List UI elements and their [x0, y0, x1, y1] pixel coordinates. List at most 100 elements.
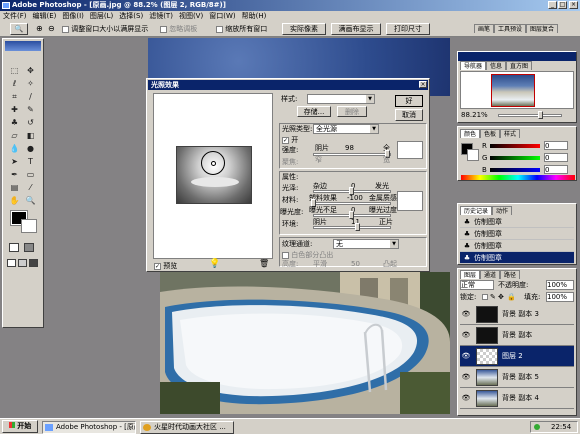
light-on-option[interactable]: ✓ 开: [282, 135, 298, 145]
shape-tool-icon[interactable]: ▭: [24, 169, 37, 181]
channel-r-field[interactable]: 0: [544, 141, 568, 150]
channel-b-slider[interactable]: [490, 168, 540, 172]
channel-g-slider[interactable]: [490, 156, 540, 160]
menu-edit[interactable]: 编辑(E): [30, 12, 60, 20]
menu-view[interactable]: 视图(V): [176, 12, 206, 20]
tab-info[interactable]: 信息: [486, 61, 507, 70]
navigator-zoom-knob[interactable]: [538, 111, 543, 119]
fit-on-screen-button[interactable]: 满画布显示: [331, 23, 381, 35]
color-ramp[interactable]: [461, 175, 575, 180]
tab-brushes[interactable]: 画笔: [474, 24, 495, 33]
print-size-button[interactable]: 打印尺寸: [386, 23, 430, 35]
resize-windows-option[interactable]: 调整窗口大小以满屏显示: [62, 24, 148, 34]
cancel-button[interactable]: 取消: [395, 109, 423, 121]
intensity-slider[interactable]: [313, 153, 391, 156]
maximize-icon[interactable]: □: [558, 1, 567, 9]
channel-g-field[interactable]: 0: [544, 153, 568, 162]
tab-histogram[interactable]: 直方图: [506, 61, 533, 70]
history-item[interactable]: ♣ 仿制图章: [460, 216, 574, 228]
channel-r-slider[interactable]: [490, 144, 540, 148]
light-type-dropdown-icon[interactable]: ▼: [370, 125, 378, 133]
tab-channels[interactable]: 通道: [480, 270, 501, 279]
quick-mask-on-icon[interactable]: [24, 243, 34, 252]
actual-pixels-button[interactable]: 实际像素: [282, 23, 326, 35]
layer-row[interactable]: 👁 背景 副本 5: [460, 367, 574, 388]
texture-channel-select[interactable]: 无 ▼: [333, 239, 399, 249]
tab-layer-comps[interactable]: 图层复合: [526, 24, 559, 33]
ok-button[interactable]: 好: [395, 95, 423, 107]
path-select-icon[interactable]: ➤: [8, 156, 21, 168]
preview-option[interactable]: ✓ 预览: [154, 261, 177, 271]
move-tool-icon[interactable]: ✥: [24, 65, 37, 77]
style-dropdown-icon[interactable]: ▼: [366, 95, 374, 103]
crop-tool-icon[interactable]: ⌗: [8, 91, 21, 103]
pen-tool-icon[interactable]: ✒: [8, 169, 21, 181]
menu-layer[interactable]: 图层(L): [87, 12, 116, 20]
tab-actions[interactable]: 动作: [492, 206, 513, 215]
task-browser[interactable]: 火星时代动画大社区 ...: [140, 421, 234, 434]
tab-paths[interactable]: 路径: [500, 270, 521, 279]
layer-row-selected[interactable]: 👁 图层 2: [460, 346, 574, 367]
magic-wand-icon[interactable]: ✧: [24, 78, 37, 90]
zoom-out-icon[interactable]: ⊖: [48, 24, 55, 33]
clone-stamp-icon[interactable]: ♣: [8, 117, 21, 129]
fill-field[interactable]: 100%: [546, 292, 574, 302]
light-preview-image[interactable]: [176, 146, 252, 204]
title-bar[interactable]: Adobe Photoshop - [原画.jpg @ 88.2% (图层 2,…: [0, 0, 580, 11]
dialog-title[interactable]: 光照效果: [148, 80, 428, 90]
navigator-zoom-value[interactable]: 88.21%: [461, 110, 488, 120]
minimize-icon[interactable]: _: [548, 1, 557, 9]
color-background-swatch[interactable]: [467, 149, 479, 161]
task-photoshop[interactable]: Adobe Photoshop - [原画...: [42, 421, 136, 434]
style-select[interactable]: ▼: [307, 94, 375, 104]
visibility-eye-icon[interactable]: 👁: [460, 394, 472, 402]
layer-row[interactable]: 👁 背景 副本 4: [460, 388, 574, 409]
light-preview-area[interactable]: [153, 93, 273, 259]
visibility-eye-icon[interactable]: 👁: [460, 331, 472, 339]
hand-tool-icon[interactable]: ✋: [8, 195, 21, 207]
menu-file[interactable]: 文件(F): [0, 12, 30, 20]
history-brush-icon[interactable]: ↺: [24, 117, 37, 129]
light-center-handle[interactable]: [211, 161, 216, 166]
zoom-tool-box-icon[interactable]: 🔍: [24, 195, 37, 207]
zoom-all-option[interactable]: 缩放所有窗口: [216, 24, 267, 34]
tab-tool-presets[interactable]: 工具预设: [494, 24, 527, 33]
lock-transparency-icon[interactable]: [482, 294, 488, 300]
layer-row[interactable]: 👁 背景 副本: [460, 325, 574, 346]
navigator-preview[interactable]: [460, 71, 574, 109]
eraser-tool-icon[interactable]: ▱: [8, 130, 21, 142]
navigator-view-box[interactable]: [491, 74, 535, 107]
lasso-tool-icon[interactable]: ℓ: [8, 78, 21, 90]
healing-brush-icon[interactable]: ✚: [8, 104, 21, 116]
screen-mode-standard-icon[interactable]: [7, 259, 16, 267]
light-color-swatch[interactable]: [397, 141, 423, 159]
visibility-eye-icon[interactable]: 👁: [460, 373, 472, 381]
light-on-checkbox[interactable]: ✓: [282, 136, 289, 144]
lock-all-icon[interactable]: 🔒: [507, 293, 516, 301]
menu-filter[interactable]: 滤镜(T): [146, 12, 176, 20]
zoom-all-checkbox[interactable]: [216, 25, 223, 33]
lock-image-icon[interactable]: ✎: [490, 293, 496, 301]
ambient-color-swatch[interactable]: [397, 191, 423, 211]
screen-mode-full-icon[interactable]: [29, 259, 38, 267]
zoom-in-icon[interactable]: ⊕: [36, 24, 43, 33]
lock-position-icon[interactable]: ✥: [498, 293, 504, 301]
history-item-selected[interactable]: ♣ 仿制图章: [460, 252, 574, 264]
type-tool-icon[interactable]: T: [24, 156, 37, 168]
history-item[interactable]: ♣ 仿制图章: [460, 228, 574, 240]
ambience-slider-knob[interactable]: [355, 223, 360, 231]
tab-history[interactable]: 历史记录: [460, 206, 493, 215]
texture-dropdown-icon[interactable]: ▼: [390, 240, 398, 248]
start-button[interactable]: 开始: [2, 420, 38, 433]
light-bulb-icon[interactable]: 💡: [209, 259, 220, 269]
opacity-field[interactable]: 100%: [546, 280, 574, 290]
slice-tool-icon[interactable]: ∕: [24, 91, 37, 103]
navigator-zoom-slider[interactable]: [498, 114, 562, 117]
navigator-titlebar[interactable]: [458, 52, 576, 61]
tab-styles[interactable]: 样式: [500, 129, 521, 138]
visibility-eye-icon[interactable]: 👁: [460, 310, 472, 318]
ambience-slider[interactable]: [313, 226, 391, 229]
menu-image[interactable]: 图像(I): [59, 12, 87, 20]
gradient-tool-icon[interactable]: ◧: [24, 130, 37, 142]
tab-navigator[interactable]: 导航器: [460, 61, 487, 70]
